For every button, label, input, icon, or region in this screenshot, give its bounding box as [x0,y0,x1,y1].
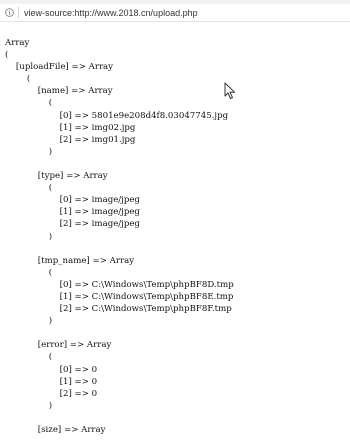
page-source-view: Array ( [uploadFile] => Array ( [name] =… [0,23,350,447]
print-r-output: Array ( [uploadFile] => Array ( [name] =… [5,38,234,435]
browser-window: view-source:http://www.2018.cn/upload.ph… [0,0,350,447]
address-bar-divider [18,7,19,18]
info-circle-icon[interactable] [4,8,14,18]
url-text[interactable]: view-source:http://www.2018.cn/upload.ph… [24,8,198,18]
mouse-pointer-icon [224,82,238,100]
address-bar[interactable]: view-source:http://www.2018.cn/upload.ph… [0,4,350,22]
